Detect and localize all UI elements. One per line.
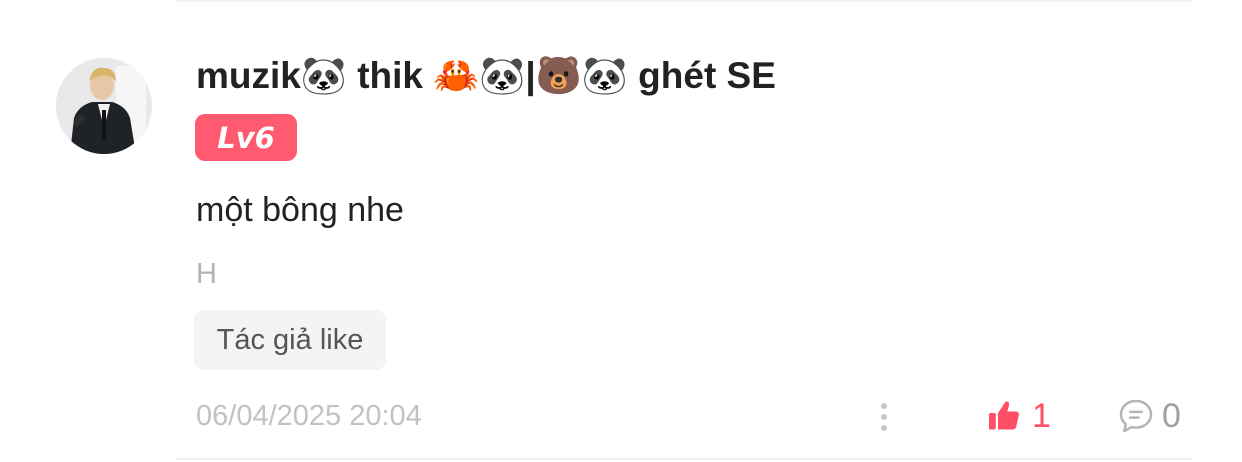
username[interactable]: muzik🐼 thik 🦀🐼|🐻🐼 ghét SE	[196, 52, 776, 100]
reply-button[interactable]: 0	[1116, 394, 1181, 438]
bottom-divider	[176, 458, 1192, 460]
like-count: 1	[1032, 396, 1051, 435]
comment-bubble-icon	[1119, 399, 1153, 433]
dot	[881, 414, 887, 420]
avatar-image	[56, 58, 152, 154]
reply-count: 0	[1162, 396, 1181, 435]
thumbs-up-icon	[989, 401, 1019, 430]
dot	[881, 403, 887, 409]
more-vertical-icon[interactable]	[868, 398, 900, 436]
author-like-tag: Tác giả like	[194, 310, 386, 370]
comment-subtext: H	[196, 258, 217, 290]
timestamp: 06/04/2025 20:04	[196, 400, 422, 432]
comment-text: một bông nhe	[196, 191, 404, 229]
dot	[881, 425, 887, 431]
top-divider	[176, 0, 1192, 2]
avatar[interactable]	[56, 58, 152, 154]
level-badge: Lv6	[195, 114, 297, 161]
like-button[interactable]: 1	[986, 394, 1051, 438]
